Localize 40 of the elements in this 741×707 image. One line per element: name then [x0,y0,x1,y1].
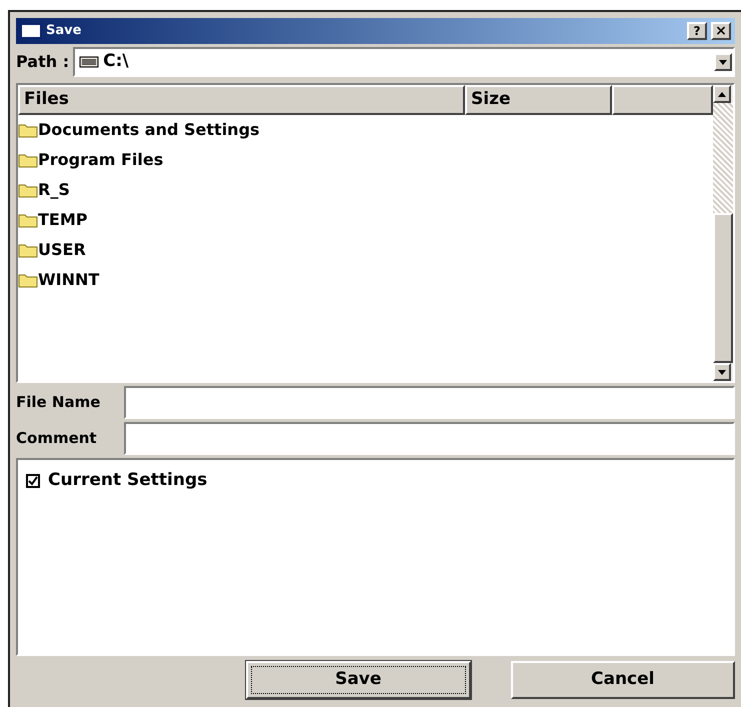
checkbox[interactable] [26,474,40,488]
folder-icon [18,152,38,168]
path-dropdown[interactable]: C:\ [73,47,735,77]
scroll-thumb[interactable] [713,213,733,363]
folder-name: Documents and Settings [38,119,260,141]
folder-row[interactable]: USER [18,235,713,265]
help-button[interactable]: ? [687,22,707,40]
folder-name: Program Files [38,149,164,171]
text-field[interactable] [124,422,735,455]
folder-row[interactable]: Program Files [18,145,713,175]
column-header[interactable] [612,85,713,115]
folder-name: TEMP [38,209,88,231]
folder-icon [18,182,38,198]
column-header[interactable]: Size [465,85,612,115]
column-header[interactable]: Files [18,85,465,115]
close-button[interactable]: × [711,22,731,40]
folder-name: WINNT [38,269,100,291]
window-icon [20,23,42,39]
drive-icon [79,56,100,68]
text-field[interactable] [124,386,735,419]
folder-icon [18,212,38,228]
dialog-button[interactable]: Save [246,661,470,699]
scrollbar[interactable] [713,85,733,381]
field-label: Comment [16,428,98,450]
folder-name: R_S [38,179,70,201]
folder-row[interactable]: WINNT [18,265,713,295]
path-label: Path : [16,51,70,73]
folder-icon [18,122,38,138]
folder-row[interactable]: Documents and Settings [18,115,713,145]
dialog-button[interactable]: Cancel [510,661,735,699]
checkbox-label: Current Settings [48,469,208,492]
folder-icon [18,272,38,288]
window-title: Save [46,22,82,40]
folder-icon [18,242,38,258]
scroll-up-icon[interactable] [713,85,731,103]
folder-name: USER [38,239,86,261]
scroll-down-icon[interactable] [713,363,731,381]
folder-row[interactable]: R_S [18,175,713,205]
folder-row[interactable]: TEMP [18,205,713,235]
field-label: File Name [16,392,102,414]
